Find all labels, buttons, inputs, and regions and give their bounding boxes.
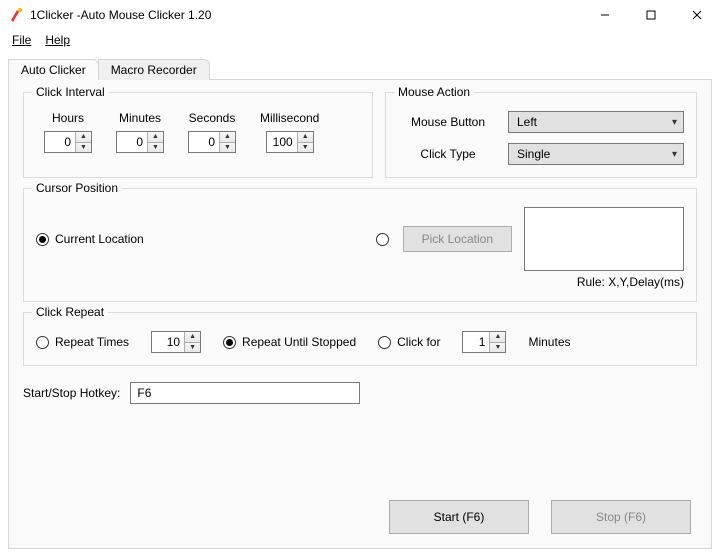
radio-dot-icon (376, 233, 389, 246)
spinner-minutes[interactable]: ▲▼ (116, 131, 164, 153)
label-mouse-button: Mouse Button (398, 115, 498, 129)
button-label: Stop (F6) (596, 510, 646, 524)
group-mouse-action: Mouse Action Mouse Button Left ▾ Click T… (385, 92, 697, 178)
chevron-down-icon: ▾ (672, 117, 677, 128)
legend-cursor-position: Cursor Position (32, 181, 122, 195)
input-seconds[interactable] (189, 132, 219, 152)
spin-down-icon[interactable]: ▼ (76, 143, 91, 153)
spinner-hours[interactable]: ▲▼ (44, 131, 92, 153)
input-minutes[interactable] (117, 132, 147, 152)
radio-repeat-until-stopped[interactable]: Repeat Until Stopped (223, 335, 356, 349)
spinner-seconds[interactable]: ▲▼ (188, 131, 236, 153)
group-cursor-position: Cursor Position Current Location Pick Lo… (23, 188, 697, 302)
input-click-for[interactable] (463, 332, 489, 352)
spin-down-icon[interactable]: ▼ (298, 143, 313, 153)
radio-label: Repeat Until Stopped (242, 335, 356, 349)
input-hotkey[interactable] (130, 382, 360, 404)
window-title: 1Clicker -Auto Mouse Clicker 1.20 (30, 8, 211, 22)
radio-dot-icon (223, 336, 236, 349)
window-controls (582, 0, 720, 29)
menu-help[interactable]: Help (39, 31, 76, 49)
label-rule: Rule: X,Y,Delay(ms) (36, 275, 684, 289)
radio-label: Current Location (55, 232, 144, 246)
legend-mouse-action: Mouse Action (394, 85, 474, 99)
spinner-click-for[interactable]: ▲▼ (462, 331, 506, 353)
close-button[interactable] (674, 0, 720, 29)
radio-current-location[interactable]: Current Location (36, 232, 144, 246)
tabstrip: Auto Clicker Macro Recorder (8, 58, 712, 80)
label-minutes-suffix: Minutes (528, 335, 570, 349)
spin-up-icon[interactable]: ▲ (185, 332, 200, 343)
button-start[interactable]: Start (F6) (389, 500, 529, 534)
tab-label: Auto Clicker (21, 63, 86, 77)
spin-up-icon[interactable]: ▲ (298, 132, 313, 143)
spin-down-icon[interactable]: ▼ (185, 343, 200, 353)
radio-click-for[interactable]: Click for (378, 335, 440, 349)
spinner-repeat-times[interactable]: ▲▼ (151, 331, 201, 353)
maximize-button[interactable] (628, 0, 674, 29)
legend-click-repeat: Click Repeat (32, 305, 108, 319)
input-repeat-times[interactable] (152, 332, 184, 352)
input-hours[interactable] (45, 132, 75, 152)
group-click-interval: Click Interval Hours ▲▼ Minutes ▲▼ (23, 92, 373, 178)
radio-label: Click for (397, 335, 440, 349)
radio-dot-icon (36, 233, 49, 246)
combo-value: Single (517, 147, 550, 161)
minimize-button[interactable] (582, 0, 628, 29)
spinner-ms[interactable]: ▲▼ (266, 131, 314, 153)
spin-down-icon[interactable]: ▼ (220, 143, 235, 153)
tab-macro-recorder[interactable]: Macro Recorder (98, 59, 210, 80)
label-seconds: Seconds (189, 111, 236, 125)
titlebar: 1Clicker -Auto Mouse Clicker 1.20 (0, 0, 720, 30)
spin-up-icon[interactable]: ▲ (220, 132, 235, 143)
radio-pick-location[interactable] (376, 233, 389, 246)
label-hotkey: Start/Stop Hotkey: (23, 386, 120, 400)
button-stop[interactable]: Stop (F6) (551, 500, 691, 534)
combo-mouse-button[interactable]: Left ▾ (508, 111, 684, 133)
combo-click-type[interactable]: Single ▾ (508, 143, 684, 165)
app-icon (8, 7, 24, 23)
spin-up-icon[interactable]: ▲ (490, 332, 505, 343)
radio-label: Repeat Times (55, 335, 129, 349)
label-click-type: Click Type (398, 147, 498, 161)
group-click-repeat: Click Repeat Repeat Times ▲▼ Repeat Unti… (23, 312, 697, 366)
menubar: File Help (0, 30, 720, 50)
label-minutes: Minutes (119, 111, 161, 125)
spin-down-icon[interactable]: ▼ (490, 343, 505, 353)
tabpanel-auto-clicker: Click Interval Hours ▲▼ Minutes ▲▼ (8, 79, 712, 549)
spin-down-icon[interactable]: ▼ (148, 143, 163, 153)
input-ms[interactable] (267, 132, 297, 152)
legend-click-interval: Click Interval (32, 85, 109, 99)
button-label: Pick Location (422, 232, 493, 246)
radio-repeat-times[interactable]: Repeat Times (36, 335, 129, 349)
menu-file[interactable]: File (6, 31, 37, 49)
tab-auto-clicker[interactable]: Auto Clicker (8, 59, 99, 80)
radio-dot-icon (36, 336, 49, 349)
label-ms: Millisecond (260, 111, 319, 125)
spin-up-icon[interactable]: ▲ (148, 132, 163, 143)
tab-label: Macro Recorder (111, 63, 197, 77)
radio-dot-icon (378, 336, 391, 349)
label-hours: Hours (52, 111, 84, 125)
chevron-down-icon: ▾ (672, 149, 677, 160)
button-pick-location[interactable]: Pick Location (403, 226, 512, 252)
button-label: Start (F6) (434, 510, 485, 524)
textarea-locations[interactable] (524, 207, 684, 271)
spin-up-icon[interactable]: ▲ (76, 132, 91, 143)
combo-value: Left (517, 115, 537, 129)
